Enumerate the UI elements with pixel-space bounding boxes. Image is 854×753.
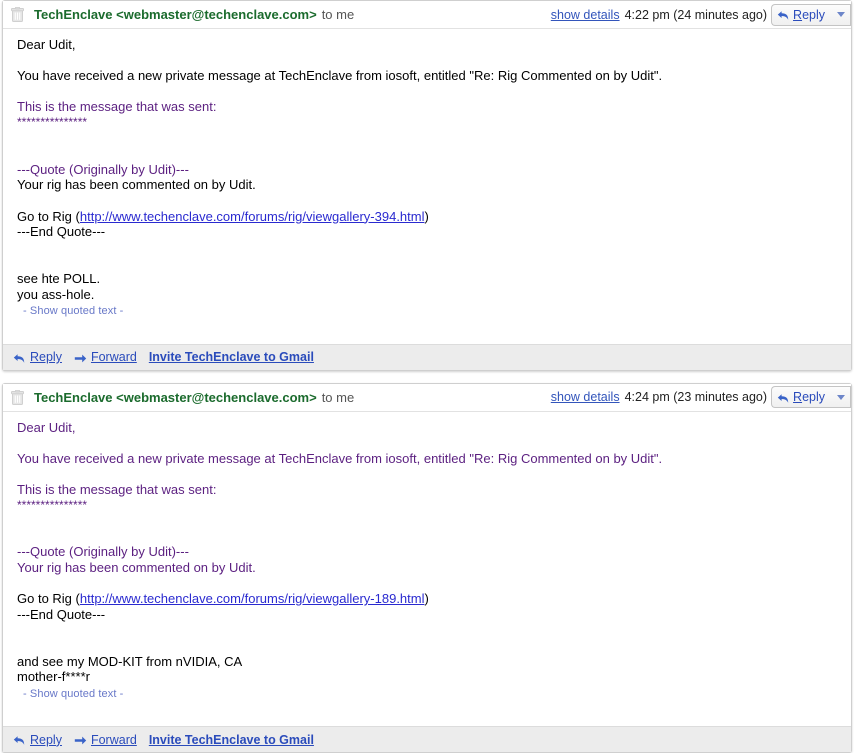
message-header: TechEnclave <webmaster@techenclave.com> t… [3,1,851,29]
footer-forward-link[interactable]: Forward [91,733,137,747]
body-line: you ass-hole. [17,286,95,302]
show-details-link[interactable]: show details [551,390,620,404]
footer-reply-action[interactable]: Reply [13,350,62,364]
body-bottom-spacer [17,320,841,338]
body-line: mother-f****r [17,669,90,685]
body-blank-line [17,513,841,529]
message-timestamp: 4:24 pm (23 minutes ago) [624,390,768,405]
reply-button[interactable]: Reply [771,386,831,409]
body-line: ---End Quote--- [17,224,106,240]
header-actions: show details 4:22 pm (24 minutes ago) Repl… [551,1,851,28]
gallery-link[interactable]: http://www.techenclave.com/forums/rig/vi… [80,209,425,224]
body-line: and see my MOD-KIT from nVIDIA, CA [17,653,243,669]
email-message: TechEnclave <webmaster@techenclave.com> t… [2,0,852,371]
body-blank-line [17,638,841,654]
message-footer: Reply Forward Invite TechEnclave to Gmail [3,343,851,370]
body-line: You have received a new private message … [17,68,663,84]
header-actions: show details 4:24 pm (23 minutes ago) Repl… [551,384,851,411]
body-text: Go to Rig ( [17,208,80,224]
footer-invite-action[interactable]: Invite TechEnclave to Gmail [149,733,314,747]
email-message: TechEnclave <webmaster@techenclave.com> t… [2,382,852,753]
body-blank-line [17,622,841,638]
body-line: Dear Udit, [17,37,76,52]
body-blank-line [17,466,841,482]
body-line: Dear Udit, [17,419,76,435]
gallery-link[interactable]: http://www.techenclave.com/forums/rig/vi… [80,591,425,606]
body-blank-line [17,435,841,451]
body-blank-line [17,53,841,69]
reply-button[interactable]: Reply [771,3,831,26]
message-body: Dear Udit, You have received a new priva… [3,29,851,344]
chevron-down-icon [836,394,845,400]
body-line: ---Quote (Originally by Udit)--- [17,544,189,560]
reply-button-label: Reply [793,7,825,22]
message-footer: Reply Forward Invite TechEnclave to Gmail [3,726,851,753]
body-blank-line [17,240,841,256]
footer-reply-link[interactable]: Reply [30,733,62,747]
body-bottom-spacer [17,702,841,720]
footer-forward-action[interactable]: Forward [74,350,137,364]
body-line: see hte POLL. [17,270,101,286]
sender-name: TechEnclave <webmaster@techenclave.com> [34,389,317,405]
body-blank-line [17,576,841,592]
body-blank-line [17,255,841,271]
reply-dropdown-button[interactable] [831,386,851,409]
body-line: ---Quote (Originally by Udit)--- [17,161,189,177]
forward-arrow-icon [74,734,87,745]
footer-invite-action[interactable]: Invite TechEnclave to Gmail [149,350,314,364]
message-header: TechEnclave <webmaster@techenclave.com> t… [3,383,851,412]
message-timestamp: 4:22 pm (24 minutes ago) [624,7,768,22]
body-line-with-link: Go to Rig (http://www.techenclave.com/fo… [17,591,841,607]
reply-arrow-icon [777,392,789,403]
body-text: Go to Rig ( [17,591,80,607]
email-thread-page: TechEnclave <webmaster@techenclave.com> t… [0,0,854,753]
footer-forward-action[interactable]: Forward [74,733,137,747]
recipient-label: to me [321,389,355,405]
footer-invite-link[interactable]: Invite TechEnclave to Gmail [149,350,314,364]
body-blank-line [17,146,841,162]
footer-reply-link[interactable]: Reply [30,350,62,364]
forward-arrow-icon [74,352,87,363]
body-line: Your rig has been commented on by Udit. [17,177,256,193]
recipient-label: to me [321,7,355,22]
reply-dropdown-button[interactable] [831,3,851,26]
footer-forward-link[interactable]: Forward [91,350,137,364]
show-quoted-text-link[interactable]: - Show quoted text - [17,687,123,703]
reply-button-label: Reply [793,390,825,405]
footer-invite-link[interactable]: Invite TechEnclave to Gmail [149,733,314,747]
reply-arrow-icon [13,352,26,363]
body-line: You have received a new private message … [17,450,663,466]
body-blank-line [17,193,841,209]
trash-icon[interactable] [11,389,24,405]
body-blank-line [17,84,841,100]
body-line: *************** [17,114,88,129]
trash-icon[interactable] [11,6,24,22]
reply-arrow-icon [777,9,789,20]
footer-reply-action[interactable]: Reply [13,733,62,747]
show-details-link[interactable]: show details [551,8,620,22]
body-text-suffix: ) [424,591,429,607]
show-quoted-text-link[interactable]: - Show quoted text - [17,304,123,320]
body-text-suffix: ) [424,208,429,224]
body-line: ---End Quote--- [17,606,106,622]
message-list: TechEnclave <webmaster@techenclave.com> t… [0,0,854,753]
body-line: This is the message that was sent: [17,99,217,115]
body-line: This is the message that was sent: [17,482,217,498]
reply-arrow-icon [13,734,26,746]
body-blank-line [17,529,841,545]
body-line: Your rig has been commented on by Udit. [17,560,256,576]
body-blank-line [17,131,841,147]
body-line: *************** [17,497,88,512]
body-line-with-link: Go to Rig (http://www.techenclave.com/fo… [17,209,841,225]
message-body: Dear Udit, You have received a new priva… [3,412,851,727]
sender-name: TechEnclave <webmaster@techenclave.com> [34,7,317,22]
chevron-down-icon [836,12,845,17]
